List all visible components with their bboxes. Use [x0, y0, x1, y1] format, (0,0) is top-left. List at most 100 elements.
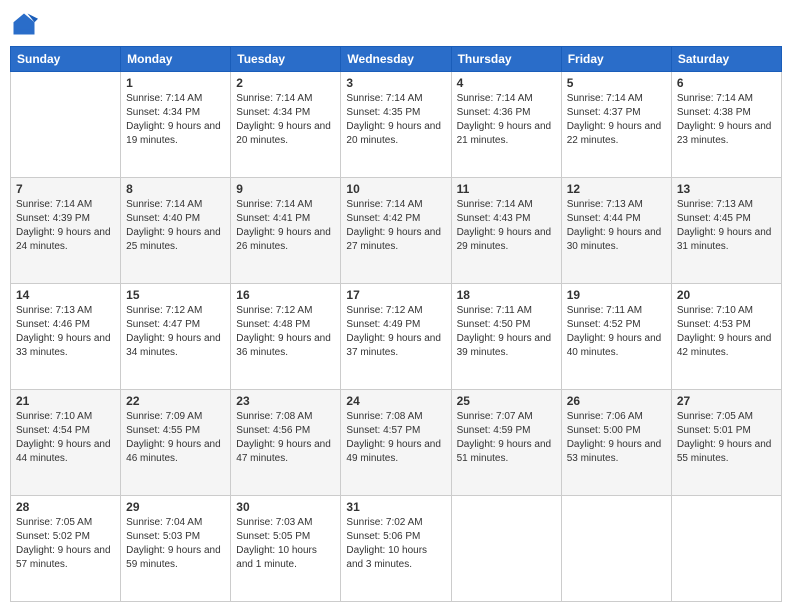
calendar-cell: 25Sunrise: 7:07 AMSunset: 4:59 PMDayligh… — [451, 390, 561, 496]
calendar-cell: 2Sunrise: 7:14 AMSunset: 4:34 PMDaylight… — [231, 72, 341, 178]
logo-icon — [10, 10, 38, 38]
calendar-cell — [11, 72, 121, 178]
sunrise-text: Sunrise: 7:12 AM — [126, 304, 225, 318]
daylight-text: Daylight: 9 hours and 59 minutes. — [126, 544, 225, 572]
daylight-text: Daylight: 9 hours and 34 minutes. — [126, 332, 225, 360]
calendar-cell: 8 Sunrise: 7:14 AMSunset: 4:40 PMDaylight… — [121, 178, 231, 284]
calendar-cell: 14Sunrise: 7:13 AMSunset: 4:46 PMDayligh… — [11, 284, 121, 390]
sunset-text: Sunset: 4:34 PM — [236, 106, 335, 120]
daylight-text: Daylight: 9 hours and 39 minutes. — [457, 332, 556, 360]
calendar-cell: 19Sunrise: 7:11 AMSunset: 4:52 PMDayligh… — [561, 284, 671, 390]
sunrise-text: Sunrise: 7:14 AM — [677, 92, 776, 106]
day-info: Sunrise: 7:10 AMSunset: 4:53 PMDaylight:… — [677, 304, 776, 360]
sunset-text: Sunset: 4:34 PM — [126, 106, 225, 120]
week-row-3: 14Sunrise: 7:13 AMSunset: 4:46 PMDayligh… — [11, 284, 782, 390]
day-info: Sunrise: 7:13 AMSunset: 4:45 PMDaylight:… — [677, 198, 776, 254]
sunset-text: Sunset: 4:54 PM — [16, 424, 115, 438]
daylight-text: Daylight: 9 hours and 46 minutes. — [126, 438, 225, 466]
day-info: Sunrise: 7:03 AMSunset: 5:05 PMDaylight:… — [236, 516, 335, 572]
sunset-text: Sunset: 4:41 PM — [236, 212, 335, 226]
calendar-cell: 17Sunrise: 7:12 AMSunset: 4:49 PMDayligh… — [341, 284, 451, 390]
calendar-cell: 15Sunrise: 7:12 AMSunset: 4:47 PMDayligh… — [121, 284, 231, 390]
daylight-text: Daylight: 9 hours and 42 minutes. — [677, 332, 776, 360]
day-number: 13 — [677, 182, 776, 196]
daylight-text: Daylight: 9 hours and 44 minutes. — [16, 438, 115, 466]
calendar-cell: 31Sunrise: 7:02 AMSunset: 5:06 PMDayligh… — [341, 496, 451, 602]
sunrise-text: Sunrise: 7:11 AM — [457, 304, 556, 318]
daylight-text: Daylight: 9 hours and 27 minutes. — [346, 226, 445, 254]
sunrise-text: Sunrise: 7:14 AM — [236, 198, 335, 212]
day-number: 14 — [16, 288, 115, 302]
sunrise-text: Sunrise: 7:11 AM — [567, 304, 666, 318]
weekday-header-saturday: Saturday — [671, 47, 781, 72]
day-number: 30 — [236, 500, 335, 514]
sunrise-text: Sunrise: 7:03 AM — [236, 516, 335, 530]
sunrise-text: Sunrise: 7:14 AM — [126, 198, 225, 212]
day-number: 3 — [346, 76, 445, 90]
day-number: 7 — [16, 182, 115, 196]
sunset-text: Sunset: 5:00 PM — [567, 424, 666, 438]
day-number: 20 — [677, 288, 776, 302]
day-info: Sunrise: 7:14 AMSunset: 4:43 PMDaylight:… — [457, 198, 556, 254]
day-info: Sunrise: 7:14 AMSunset: 4:40 PMDaylight:… — [126, 198, 225, 254]
day-number: 8 — [126, 182, 225, 196]
daylight-text: Daylight: 10 hours and 3 minutes. — [346, 544, 445, 572]
calendar-table: SundayMondayTuesdayWednesdayThursdayFrid… — [10, 46, 782, 602]
sunrise-text: Sunrise: 7:14 AM — [346, 92, 445, 106]
sunrise-text: Sunrise: 7:06 AM — [567, 410, 666, 424]
sunrise-text: Sunrise: 7:14 AM — [126, 92, 225, 106]
sunset-text: Sunset: 4:59 PM — [457, 424, 556, 438]
calendar-cell: 23Sunrise: 7:08 AMSunset: 4:56 PMDayligh… — [231, 390, 341, 496]
day-info: Sunrise: 7:05 AMSunset: 5:01 PMDaylight:… — [677, 410, 776, 466]
daylight-text: Daylight: 9 hours and 21 minutes. — [457, 120, 556, 148]
sunset-text: Sunset: 4:45 PM — [677, 212, 776, 226]
sunset-text: Sunset: 4:49 PM — [346, 318, 445, 332]
sunset-text: Sunset: 4:44 PM — [567, 212, 666, 226]
sunrise-text: Sunrise: 7:10 AM — [677, 304, 776, 318]
day-info: Sunrise: 7:14 AMSunset: 4:38 PMDaylight:… — [677, 92, 776, 148]
calendar-cell: 26 Sunrise: 7:06 AMSunset: 5:00 PMDayligh… — [561, 390, 671, 496]
daylight-text: Daylight: 9 hours and 30 minutes. — [567, 226, 666, 254]
sunrise-text: Sunrise: 7:09 AM — [126, 410, 225, 424]
calendar-cell: 11 Sunrise: 7:14 AMSunset: 4:43 PMDayligh… — [451, 178, 561, 284]
sunset-text: Sunset: 4:35 PM — [346, 106, 445, 120]
day-number: 2 — [236, 76, 335, 90]
sunset-text: Sunset: 5:06 PM — [346, 530, 445, 544]
calendar-cell: 22Sunrise: 7:09 AMSunset: 4:55 PMDayligh… — [121, 390, 231, 496]
week-row-2: 7 Sunrise: 7:14 AM Sunset: 4:39 PM Daylight… — [11, 178, 782, 284]
daylight-text: Daylight: 9 hours and 23 minutes. — [677, 120, 776, 148]
day-number: 5 — [567, 76, 666, 90]
day-info: Sunrise: 7:02 AMSunset: 5:06 PMDaylight:… — [346, 516, 445, 572]
daylight-text: Daylight: 9 hours and 40 minutes. — [567, 332, 666, 360]
calendar-cell: 21Sunrise: 7:10 AMSunset: 4:54 PMDayligh… — [11, 390, 121, 496]
daylight-text: Daylight: 9 hours and 51 minutes. — [457, 438, 556, 466]
day-number: 6 — [677, 76, 776, 90]
sunrise-text: Sunrise: 7:14 AM — [567, 92, 666, 106]
weekday-header-thursday: Thursday — [451, 47, 561, 72]
day-info: Sunrise: 7:12 AMSunset: 4:47 PMDaylight:… — [126, 304, 225, 360]
daylight-text: Daylight: 9 hours and 26 minutes. — [236, 226, 335, 254]
daylight-text: Daylight: 9 hours and 31 minutes. — [677, 226, 776, 254]
day-number: 9 — [236, 182, 335, 196]
calendar-cell: 10Sunrise: 7:14 AMSunset: 4:42 PMDayligh… — [341, 178, 451, 284]
calendar-cell — [561, 496, 671, 602]
daylight-text: Daylight: 9 hours and 19 minutes. — [126, 120, 225, 148]
daylight-text: Daylight: 9 hours and 57 minutes. — [16, 544, 115, 572]
weekday-header-tuesday: Tuesday — [231, 47, 341, 72]
day-number: 19 — [567, 288, 666, 302]
calendar-cell: 20 Sunrise: 7:10 AMSunset: 4:53 PMDayligh… — [671, 284, 781, 390]
day-number: 10 — [346, 182, 445, 196]
sunrise-text: Sunrise: 7:05 AM — [16, 516, 115, 530]
sunrise-text: Sunrise: 7:12 AM — [236, 304, 335, 318]
daylight-text: Daylight: 9 hours and 20 minutes. — [236, 120, 335, 148]
sunset-text: Sunset: 4:39 PM — [16, 212, 115, 226]
daylight-text: Daylight: 10 hours and 1 minute. — [236, 544, 335, 572]
day-info: Sunrise: 7:06 AMSunset: 5:00 PMDaylight:… — [567, 410, 666, 466]
day-number: 26 — [567, 394, 666, 408]
day-number: 11 — [457, 182, 556, 196]
header — [10, 10, 782, 38]
day-number: 12 — [567, 182, 666, 196]
daylight-text: Daylight: 9 hours and 55 minutes. — [677, 438, 776, 466]
page: SundayMondayTuesdayWednesdayThursdayFrid… — [0, 0, 792, 612]
calendar-cell: 1Sunrise: 7:14 AMSunset: 4:34 PMDaylight… — [121, 72, 231, 178]
